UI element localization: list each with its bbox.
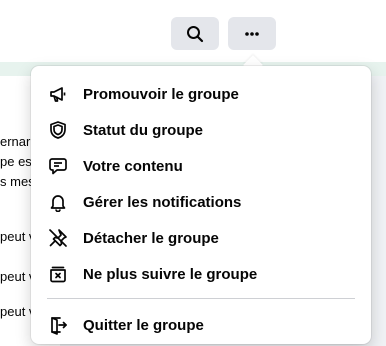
bell-icon xyxy=(47,191,69,213)
group-options-menu: Promouvoir le groupe Statut du groupe Vo… xyxy=(31,66,371,344)
megaphone-icon xyxy=(47,83,69,105)
menu-item-label: Ne plus suivre le groupe xyxy=(83,265,258,283)
menu-item-unfollow-group[interactable]: Ne plus suivre le groupe xyxy=(39,256,363,292)
menu-item-label: Gérer les notifications xyxy=(83,193,242,211)
more-options-button[interactable] xyxy=(228,17,276,50)
content-bubble-icon xyxy=(47,155,69,177)
menu-item-promote-group[interactable]: Promouvoir le groupe xyxy=(39,76,363,112)
more-horizontal-icon xyxy=(244,31,260,37)
menu-item-group-status[interactable]: Statut du groupe xyxy=(39,112,363,148)
shield-icon xyxy=(47,119,69,141)
search-button[interactable] xyxy=(171,17,219,50)
leave-door-icon xyxy=(47,314,69,336)
menu-item-your-content[interactable]: Votre contenu xyxy=(39,148,363,184)
menu-item-label: Votre contenu xyxy=(83,157,183,175)
menu-item-label: Détacher le groupe xyxy=(83,229,219,247)
menu-item-unpin-group[interactable]: Détacher le groupe xyxy=(39,220,363,256)
menu-item-manage-notifications[interactable]: Gérer les notifications xyxy=(39,184,363,220)
menu-item-label: Promouvoir le groupe xyxy=(83,85,239,103)
group-header-card xyxy=(0,0,386,76)
menu-divider xyxy=(47,298,355,299)
unpin-icon xyxy=(47,227,69,249)
search-icon xyxy=(186,25,204,43)
menu-item-label: Statut du groupe xyxy=(83,121,203,139)
unfollow-icon xyxy=(47,263,69,285)
menu-item-leave-group[interactable]: Quitter le groupe xyxy=(39,307,363,343)
menu-item-label: Quitter le groupe xyxy=(83,316,204,334)
